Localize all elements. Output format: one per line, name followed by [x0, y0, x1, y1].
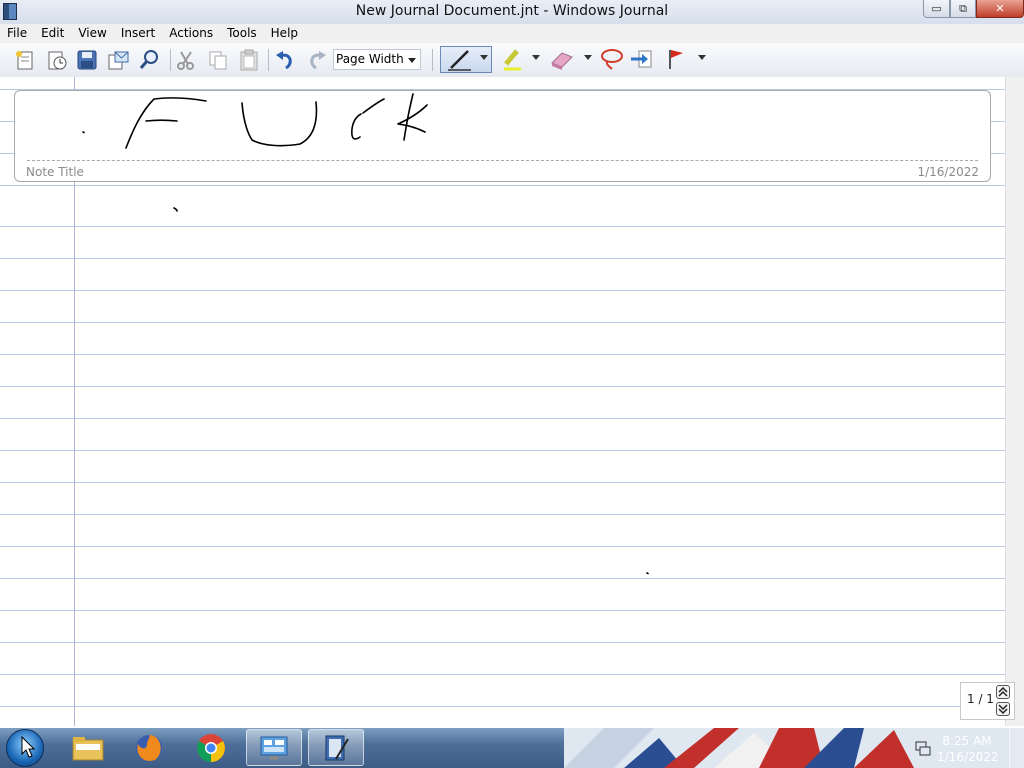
taskbar-firefox[interactable] [121, 729, 177, 766]
toolbar-separator [432, 49, 433, 71]
note-title-placeholder: Note Title [26, 165, 84, 179]
journal-page[interactable]: Note Title 1/16/2022 [0, 77, 1005, 726]
eraser-icon[interactable] [550, 47, 574, 71]
note-title-area[interactable]: Note Title 1/16/2022 [14, 90, 991, 182]
menu-actions[interactable]: Actions [162, 24, 220, 43]
undo-icon[interactable] [273, 48, 297, 72]
firefox-icon [136, 734, 162, 761]
new-note-icon[interactable] [13, 48, 37, 72]
menu-insert[interactable]: Insert [114, 24, 162, 43]
double-chevron-up-icon [998, 687, 1008, 697]
double-chevron-down-icon [998, 704, 1008, 714]
cut-icon[interactable] [174, 48, 198, 72]
previous-page-button[interactable] [996, 685, 1010, 699]
pen-icon [448, 50, 471, 71]
menu-bar: File Edit View Insert Actions Tools Help [0, 24, 1024, 43]
insert-space-icon[interactable] [629, 47, 653, 71]
clock[interactable]: 8:25 AM 1/16/2022 [937, 733, 999, 765]
taskbar-control-panel[interactable] [246, 729, 302, 766]
zoom-dropdown[interactable]: Page Width [333, 49, 421, 70]
vertical-scrollbar[interactable] [1005, 77, 1024, 726]
menu-edit[interactable]: Edit [34, 24, 71, 43]
taskbar-chrome[interactable] [183, 729, 239, 766]
taskbar-file-explorer[interactable] [60, 729, 116, 766]
pen-dropdown-arrow[interactable] [480, 55, 488, 60]
minimize-button[interactable]: ▭ [923, 0, 950, 18]
taskbar-windows-journal[interactable] [308, 729, 364, 766]
redo-icon[interactable] [305, 48, 329, 72]
copy-icon[interactable] [206, 48, 230, 72]
paste-icon[interactable] [237, 48, 261, 72]
send-email-icon[interactable] [106, 48, 130, 72]
network-icon[interactable] [914, 739, 932, 757]
windows-journal-icon [325, 735, 349, 760]
chrome-icon [197, 733, 225, 762]
window-controls: ▭ ⧉ ✕ [923, 0, 1024, 20]
control-panel-icon [260, 736, 288, 760]
menu-view[interactable]: View [71, 24, 113, 43]
page-navigator: 1 / 1 [960, 682, 1015, 720]
find-icon[interactable] [137, 48, 161, 72]
chevron-down-icon [408, 58, 416, 63]
note-date: 1/16/2022 [917, 165, 979, 179]
menu-help[interactable]: Help [264, 24, 305, 43]
title-divider [27, 160, 978, 161]
next-page-button[interactable] [996, 702, 1010, 716]
file-explorer-icon [72, 736, 104, 760]
eraser-dropdown-arrow[interactable] [584, 55, 592, 60]
toolbar-separator [268, 49, 269, 71]
highlighter-icon[interactable] [500, 47, 524, 71]
window-title: New Journal Document.jnt - Windows Journ… [355, 3, 669, 19]
flag-dropdown-arrow[interactable] [698, 55, 706, 60]
clock-time: 8:25 AM [942, 734, 992, 748]
lasso-select-icon[interactable] [599, 47, 623, 71]
menu-tools[interactable]: Tools [220, 24, 264, 43]
taskbar: 8:25 AM 1/16/2022 [0, 728, 1024, 768]
clock-date: 1/16/2022 [937, 750, 999, 764]
mouse-cursor-icon [21, 736, 36, 758]
new-from-template-icon[interactable] [45, 48, 69, 72]
menu-file[interactable]: File [0, 24, 34, 43]
restore-button[interactable]: ⧉ [950, 0, 976, 18]
ink-dot [173, 207, 178, 212]
highlighter-dropdown-arrow[interactable] [532, 55, 540, 60]
save-icon[interactable] [75, 48, 99, 72]
flag-icon[interactable] [664, 47, 688, 71]
ink-dot [646, 572, 649, 575]
zoom-value: Page Width [336, 52, 404, 66]
close-button[interactable]: ✕ [976, 0, 1024, 18]
toolbar-separator [170, 49, 171, 71]
show-desktop-button[interactable] [1009, 728, 1024, 768]
title-bar: New Journal Document.jnt - Windows Journ… [0, 0, 1024, 25]
page-indicator: 1 / 1 [967, 692, 994, 706]
